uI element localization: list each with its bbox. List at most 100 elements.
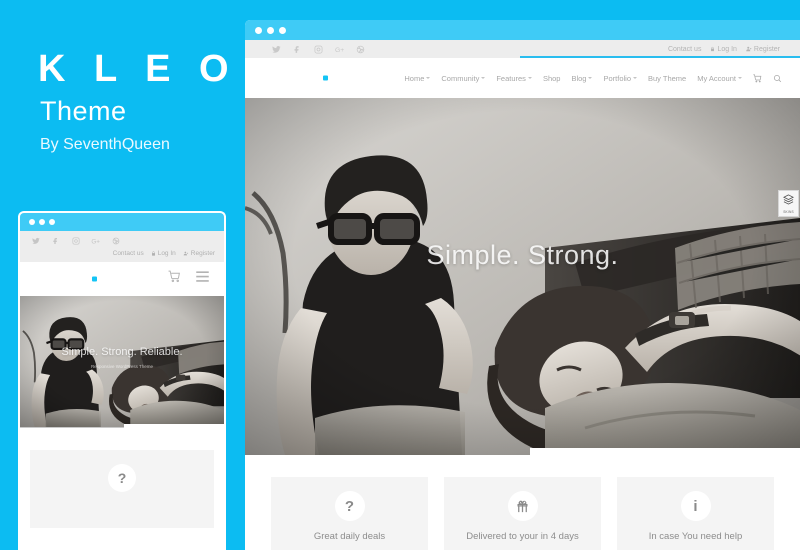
instagram-icon[interactable] [313, 44, 324, 55]
window-close-dot[interactable] [255, 26, 262, 34]
nav-label: Portfolio [603, 73, 631, 83]
hamburger-menu-icon[interactable] [195, 270, 210, 288]
page-title: K L E O [38, 48, 238, 90]
tablet-hero-title: Simple. Strong. Reliable. [61, 346, 183, 358]
hero-image [245, 98, 800, 455]
register-link[interactable]: Register [183, 250, 215, 257]
main-menu: Home Community Features Shop Blog Portfo… [404, 74, 800, 83]
brand-byline: By SeventhQueen [40, 136, 170, 153]
chevron-down-icon [527, 77, 532, 79]
search-icon[interactable] [773, 74, 782, 83]
brand-panel: K L E O Theme By SeventhQueen [0, 0, 245, 200]
info-icon: i [680, 491, 711, 521]
chevron-down-icon [633, 77, 637, 79]
user-plus-icon [746, 46, 752, 52]
feature-label: In case You need help [648, 531, 743, 542]
contact-us-link[interactable]: Contact us [668, 46, 701, 53]
tablet-hero-slider-handle[interactable] [124, 424, 224, 428]
user-plus-icon [183, 251, 188, 256]
login-link[interactable]: Log In [151, 250, 176, 257]
dribbble-icon[interactable] [355, 44, 366, 55]
twitter-icon[interactable] [31, 236, 41, 246]
contact-us-label: Contact us [667, 45, 702, 53]
register-label: Register [190, 250, 215, 257]
nav-item-portfolio[interactable]: Portfolio [603, 74, 637, 83]
tablet-site-topbar: G+ Contact us Log In Register [20, 231, 224, 262]
tablet-window-chrome-bar[interactable] [20, 213, 224, 231]
nav-label: Shop [542, 73, 561, 83]
skins-label: SKINS [783, 210, 794, 214]
google-plus-icon[interactable]: G+ [91, 236, 101, 246]
screenshot-stage: K L E O Theme By SeventhQueen G+ Contact… [0, 0, 800, 550]
tablet-feature-boxes: ? [20, 428, 224, 528]
chevron-down-icon [426, 77, 431, 79]
login-label: Log In [717, 45, 737, 53]
nav-item-blog[interactable]: Blog [571, 73, 593, 83]
window-close-dot[interactable] [29, 219, 35, 225]
nav-item-buy-theme[interactable]: Buy Theme [648, 74, 686, 83]
gift-icon [507, 491, 538, 521]
nav-item-features[interactable]: Features [496, 74, 532, 83]
nav-label: My Account [697, 73, 736, 83]
feature-box-delivery[interactable]: Delivered to your in 4 days [444, 477, 601, 550]
layers-icon [782, 193, 795, 209]
utility-links: Contact us Log In Register [668, 46, 792, 53]
tablet-browser-window: G+ Contact us Log In Register Simple. St… [18, 211, 226, 550]
lock-icon [711, 46, 715, 52]
chevron-down-icon [738, 77, 742, 79]
question-mark-icon: ? [108, 464, 136, 492]
social-links: G+ [253, 44, 366, 55]
tablet-nav-icons [168, 270, 224, 288]
register-link[interactable]: Register [746, 46, 780, 53]
contact-us-label: Contact us [112, 250, 144, 257]
feature-box-help[interactable]: i In case You need help [617, 477, 774, 550]
svg-text:G+: G+ [91, 238, 100, 245]
tablet-hero-image [20, 296, 224, 428]
site-topbar: G+ Contact us Log In Register [245, 40, 800, 58]
feature-box-deals[interactable]: ? Great daily deals [271, 477, 428, 550]
window-chrome-bar[interactable] [245, 20, 800, 40]
shopping-cart-icon[interactable] [753, 73, 762, 83]
chevron-down-icon [481, 77, 486, 79]
tablet-hero-slider[interactable]: Simple. Strong. Reliable. Responsive Wor… [20, 296, 224, 428]
dribbble-icon[interactable] [111, 236, 121, 246]
site-navbar: Home Community Features Shop Blog Portfo… [245, 58, 800, 98]
facebook-icon[interactable] [292, 44, 303, 55]
window-minimize-dot[interactable] [39, 219, 45, 225]
lock-icon [151, 251, 155, 256]
nav-item-shop[interactable]: Shop [543, 74, 561, 83]
svg-text:G+: G+ [335, 47, 344, 54]
shopping-cart-icon[interactable] [168, 270, 181, 288]
nav-label: Blog [571, 73, 587, 83]
site-logo[interactable] [92, 276, 97, 282]
register-label: Register [753, 45, 780, 53]
login-link[interactable]: Log In [710, 45, 737, 53]
twitter-icon[interactable] [271, 44, 282, 55]
tablet-feature-box-deals[interactable]: ? [30, 450, 214, 528]
nav-item-home[interactable]: Home [404, 73, 431, 83]
site-logo[interactable] [323, 75, 328, 81]
instagram-icon[interactable] [71, 236, 81, 246]
nav-label: Buy Theme [648, 73, 687, 83]
contact-us-link[interactable]: Contact us [113, 250, 144, 257]
hero-slider-handle[interactable] [530, 448, 800, 455]
chevron-down-icon [588, 77, 593, 79]
nav-item-my-account[interactable]: My Account [697, 74, 742, 83]
window-maximize-dot[interactable] [279, 26, 286, 34]
window-maximize-dot[interactable] [49, 219, 55, 225]
feature-label: Delivered to your in 4 days [466, 531, 579, 542]
desktop-browser-window: G+ Contact us Log In Register Home Commu… [245, 20, 800, 550]
window-minimize-dot[interactable] [267, 26, 274, 34]
tablet-hero-subtitle: Responsive WordPress Theme [90, 364, 154, 369]
brand-subtitle: Theme [40, 96, 127, 126]
feature-label: Great daily deals [313, 531, 386, 542]
skins-widget[interactable]: SKINS [778, 190, 799, 217]
tablet-navbar [20, 262, 224, 296]
google-plus-icon[interactable]: G+ [334, 44, 345, 55]
feature-boxes: ? Great daily deals Delivered to your in… [245, 455, 800, 550]
nav-label: Home [404, 73, 425, 83]
facebook-icon[interactable] [51, 236, 61, 246]
hero-slider[interactable]: Simple. Strong. [245, 98, 800, 455]
nav-item-community[interactable]: Community [441, 74, 486, 83]
tablet-social-links: G+ [20, 234, 224, 247]
